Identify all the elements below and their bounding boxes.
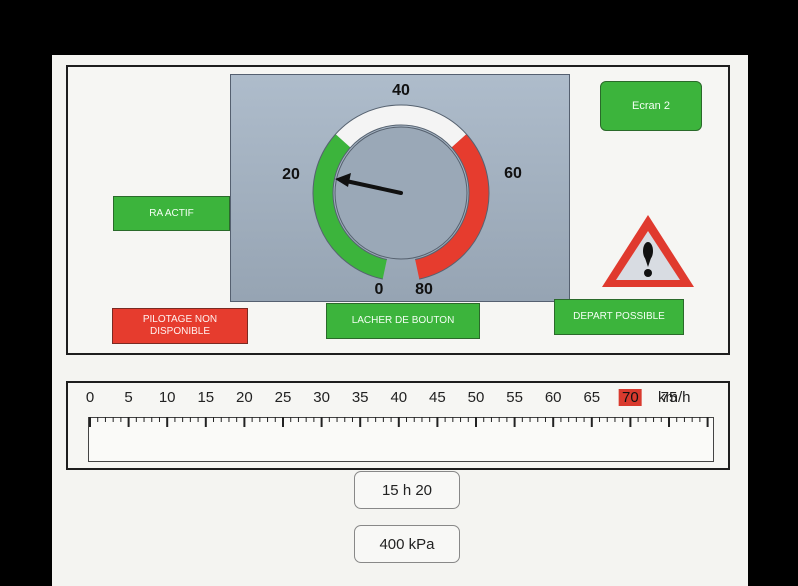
ecran-2-button[interactable]: Ecran 2 [600,81,702,131]
top-panel: 40 20 60 0 80 Ecran 2 RA ACTIF PILOTAGE … [66,65,730,355]
speed-scale-label: 55 [506,389,523,406]
speed-scale-label: 10 [158,389,176,406]
speed-scale-label: 25 [274,389,292,406]
speed-scale-label: 70 [619,389,642,406]
gauge-label-80: 80 [415,281,433,298]
speed-scale-label: 20 [236,389,253,406]
speed-scale-label: 65 [583,389,601,406]
speed-scale-panel: 0 5 10 15 20 25 30 35 40 45 50 55 60 65 70 75 km/h [66,381,730,470]
speed-scale-label: 50 [467,389,485,406]
speed-scale-label: 45 [429,389,446,406]
speed-scale-label: 15 [197,389,215,406]
speed-scale-label: 5 [124,389,133,406]
gauge-dial: 40 20 60 0 80 [282,82,522,298]
speed-scale-label: 35 [351,389,369,406]
gauge-label-0: 0 [375,281,384,298]
gauge-label-60: 60 [504,165,522,182]
speed-scale-label: 60 [544,389,562,406]
speed-gauge: 40 20 60 0 80 [230,74,570,302]
speed-unit: km/h [658,389,691,406]
gauge-label-20: 20 [282,166,300,183]
display-screen: 40 20 60 0 80 Ecran 2 RA ACTIF PILOTAGE … [52,55,748,586]
gauge-label-40: 40 [392,82,410,99]
warning-triangle-icon [602,215,694,287]
speed-scale-label: 40 [390,389,408,406]
speed-ruler-ticks [89,417,709,427]
lacher-de-bouton-indicator: LACHER DE BOUTON [326,303,480,339]
time-readout: 15 h 20 [354,471,460,509]
speed-scale-label: 0 [85,389,95,406]
ra-actif-indicator: RA ACTIF [113,196,230,231]
pressure-readout: 400 kPa [354,525,460,563]
pilotage-non-disponible-indicator: PILOTAGE NON DISPONIBLE [112,308,248,344]
speed-scale-label: 30 [313,389,330,406]
depart-possible-indicator: DEPART POSSIBLE [554,299,684,335]
